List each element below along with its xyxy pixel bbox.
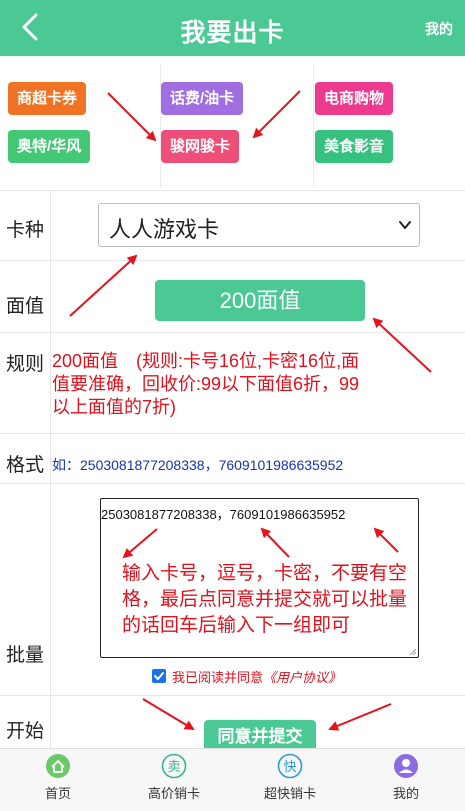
face-value-row: 面值 200面值: [0, 260, 465, 332]
rules-label: 规则: [6, 354, 45, 375]
chevron-down-icon: [399, 221, 411, 229]
format-row: 格式 如：2503081877208338，7609101986635952: [0, 433, 465, 483]
tab-mine-label: 我的: [392, 786, 419, 801]
face-value-button[interactable]: 200面值: [155, 280, 365, 321]
page-title: 我要出卡: [180, 19, 285, 47]
tab-mine[interactable]: 我的: [348, 749, 464, 811]
user-agreement-link[interactable]: 《用户协议》: [263, 667, 341, 686]
row-divider: [50, 484, 51, 695]
user-icon: [394, 754, 418, 778]
column-divider: [313, 64, 314, 188]
category-button-aote[interactable]: 奥特/华风: [8, 130, 91, 163]
start-label: 开始: [6, 721, 45, 742]
tab-high-price-sell-label: 高价销卡: [147, 786, 200, 801]
tab-fast-sell[interactable]: 快 超快销卡: [232, 749, 348, 811]
category-button-huafei[interactable]: 话费/油卡: [161, 82, 244, 115]
category-button-shangchao[interactable]: 商超卡券: [8, 82, 87, 115]
svg-text:卖: 卖: [167, 760, 180, 775]
batch-input-value: 2503081877208338，7609101986635952: [101, 507, 346, 522]
batch-row: 批量 2503081877208338，7609101986635952 输入卡…: [0, 483, 465, 695]
fast-icon: 快: [277, 753, 303, 779]
category-grid: 商超卡券 话费/油卡 电商购物 奥特/华风 骏网骏卡 美食影音: [0, 56, 465, 190]
sell-icon: 卖: [161, 753, 187, 779]
row-divider: [50, 333, 51, 433]
rules-row: 规则 200面值 (规则:卡号16位,卡密16位,面值要准确，回收价:99以下面…: [0, 332, 465, 433]
rules-text: 200面值 (规则:卡号16位,卡密16位,面值要准确，回收价:99以下面值6折…: [52, 351, 360, 417]
agreement-checkbox-row[interactable]: 我已阅读并同意 《用户协议》: [152, 667, 341, 686]
format-example: 如：2503081877208338，7609101986635952: [52, 457, 344, 473]
tab-fast-sell-label: 超快销卡: [263, 786, 316, 801]
row-divider: [50, 191, 51, 260]
card-type-value: 人人游戏卡: [109, 217, 220, 242]
checkmark-icon: [154, 672, 164, 680]
home-icon: [46, 754, 70, 778]
row-divider: [50, 434, 51, 483]
category-button-dianshang[interactable]: 电商购物: [315, 82, 394, 115]
header-bar: 我要出卡 我的: [0, 0, 465, 56]
row-divider: [50, 261, 51, 332]
card-type-label: 卡种: [6, 220, 45, 241]
batch-instruction-note: 输入卡号，逗号，卡密，不要有空格，最后点同意并提交就可以批量的话回车后输入下一组…: [122, 563, 408, 636]
card-type-row: 卡种 人人游戏卡: [0, 190, 465, 260]
batch-label: 批量: [6, 645, 45, 666]
category-button-junwang[interactable]: 骏网骏卡: [161, 130, 240, 163]
agreement-text: 我已阅读并同意: [172, 669, 264, 685]
agreement-checkbox[interactable]: [152, 669, 166, 683]
svg-text:快: 快: [283, 760, 296, 775]
format-label: 格式: [6, 455, 45, 476]
row-divider: [50, 696, 51, 748]
tab-home[interactable]: 首页: [0, 749, 116, 811]
card-type-select[interactable]: 人人游戏卡: [98, 203, 420, 247]
start-row: 开始 同意并提交: [0, 695, 465, 754]
bottom-tab-bar: 首页 卖 高价销卡 快 超快销卡 我的: [0, 748, 465, 811]
my-link[interactable]: 我的: [425, 19, 453, 39]
face-value-label: 面值: [6, 296, 45, 317]
tab-high-price-sell[interactable]: 卖 高价销卡: [116, 749, 232, 811]
resize-handle-icon[interactable]: [407, 646, 417, 656]
category-button-meishi[interactable]: 美食影音: [315, 130, 394, 163]
tab-home-label: 首页: [44, 786, 71, 801]
